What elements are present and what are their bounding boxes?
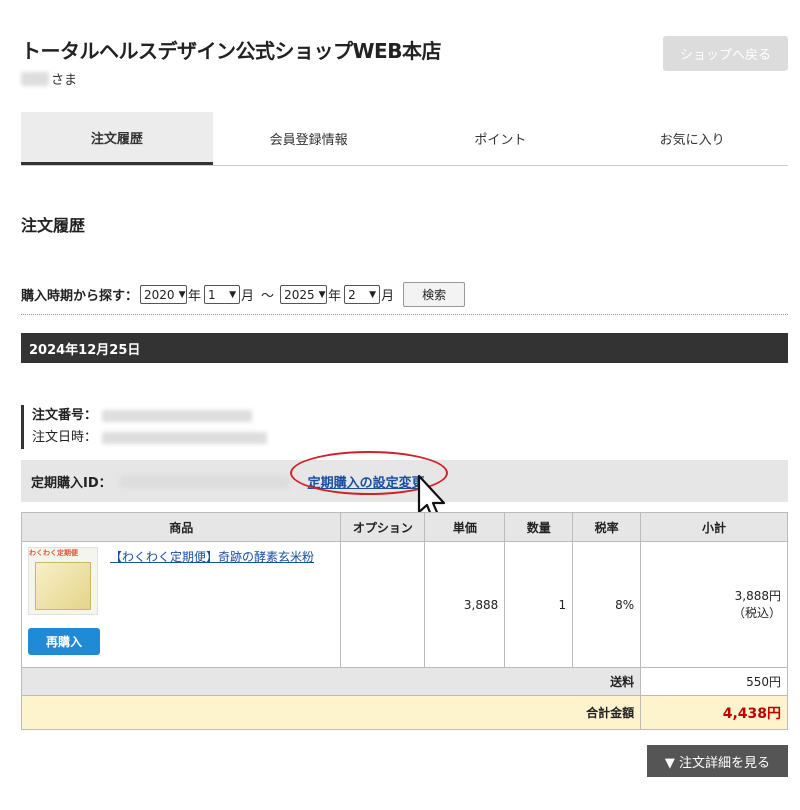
column-header: オプション bbox=[340, 512, 426, 542]
column-header: 税率 bbox=[572, 512, 642, 542]
to-year-select[interactable]: 2025 ▼ bbox=[280, 285, 328, 304]
order-date-label: 注文日時： bbox=[32, 430, 98, 445]
product-name-link[interactable]: 【わくわく定期便】奇跡の酵素玄米粉 bbox=[110, 548, 314, 565]
tab-favorites[interactable]: お気に入り bbox=[596, 112, 788, 165]
quantity: 1 bbox=[504, 541, 574, 668]
column-header: 数量 bbox=[504, 512, 574, 542]
product-image[interactable]: わくわく定期便 bbox=[28, 547, 98, 615]
order-date-redacted bbox=[102, 432, 267, 444]
rebuy-button[interactable]: 再購入 bbox=[28, 628, 100, 655]
tax-rate: 8% bbox=[572, 541, 642, 668]
table-header-row: 商品 オプション 単価 数量 税率 小計 bbox=[20, 512, 788, 542]
search-label: 購入時期から探す： bbox=[21, 289, 139, 304]
user-name-redacted bbox=[21, 71, 49, 86]
chevron-down-icon: ▼ bbox=[229, 289, 237, 300]
table-row: わくわく定期便 【わくわく定期便】奇跡の酵素玄米粉 再購入 3,888 1 8%… bbox=[20, 541, 788, 668]
chevron-down-icon: ▼ bbox=[369, 289, 377, 300]
tab-points[interactable]: ポイント bbox=[405, 112, 597, 165]
search-row: 購入時期から探す： 2020 ▼ 年 1 ▼ 月 ～ 2025 ▼ 年 2 ▼ 月 検索 bbox=[21, 282, 466, 307]
total-value: 4,438円 bbox=[640, 695, 788, 730]
column-header: 商品 bbox=[20, 512, 342, 542]
divider bbox=[21, 314, 788, 315]
tab-bar: 注文履歴 会員登録情報 ポイント お気に入り bbox=[21, 112, 788, 166]
order-date-bar: 2024年12月25日 bbox=[21, 333, 788, 363]
option-cell bbox=[340, 541, 426, 668]
tax-note: （税込） bbox=[732, 605, 781, 620]
order-info: 注文番号： 注文日時： bbox=[21, 405, 267, 449]
chevron-down-icon: ▼ bbox=[318, 289, 326, 300]
order-items-table: 商品 オプション 単価 数量 税率 小計 わくわく定期便 【わくわく定期便】奇跡… bbox=[20, 512, 788, 730]
column-header: 小計 bbox=[640, 512, 788, 542]
subscription-id-redacted bbox=[119, 474, 290, 488]
total-label: 合計金額 bbox=[20, 695, 642, 730]
unit-price: 3,888 bbox=[424, 541, 506, 668]
month-unit: 月 bbox=[241, 289, 255, 304]
from-year-select[interactable]: 2020 ▼ bbox=[140, 285, 188, 304]
order-date-row: 注文日時： bbox=[32, 427, 267, 449]
back-to-shop-button[interactable]: ショップへ戻る bbox=[663, 36, 788, 71]
order-detail-button[interactable]: ▼ 注文詳細を見る bbox=[647, 745, 788, 777]
shipping-row: 送料 550円 bbox=[20, 667, 788, 696]
shipping-label: 送料 bbox=[20, 667, 642, 696]
subtotal-cell: 3,888円 （税込） bbox=[640, 541, 788, 668]
order-number-label: 注文番号： bbox=[32, 408, 98, 423]
greeting-suffix: さま bbox=[51, 73, 78, 88]
order-number-redacted bbox=[102, 410, 252, 422]
range-tilde: ～ bbox=[261, 289, 275, 304]
shipping-value: 550円 bbox=[640, 667, 788, 696]
shop-title: トータルヘルスデザイン公式ショップWEB本店 bbox=[21, 39, 441, 63]
to-month-select[interactable]: 2 ▼ bbox=[344, 285, 381, 304]
year-unit: 年 bbox=[328, 289, 342, 304]
search-button[interactable]: 検索 bbox=[403, 282, 466, 307]
greeting: さま bbox=[21, 69, 77, 88]
product-cell: わくわく定期便 【わくわく定期便】奇跡の酵素玄米粉 再購入 bbox=[20, 541, 342, 668]
subtotal-value: 3,888円 bbox=[734, 588, 781, 603]
month-unit: 月 bbox=[381, 289, 395, 304]
year-unit: 年 bbox=[188, 289, 202, 304]
total-row: 合計金額 4,438円 bbox=[20, 695, 788, 730]
chevron-down-icon: ▼ bbox=[178, 289, 186, 300]
section-title: 注文履歴 bbox=[21, 216, 86, 235]
column-header: 単価 bbox=[424, 512, 506, 542]
tab-order-history[interactable]: 注文履歴 bbox=[21, 112, 213, 165]
from-month-select[interactable]: 1 ▼ bbox=[204, 285, 241, 304]
order-number-row: 注文番号： bbox=[32, 405, 267, 427]
tab-member-info[interactable]: 会員登録情報 bbox=[213, 112, 405, 165]
thumb-tag: わくわく定期便 bbox=[29, 549, 78, 557]
subscription-id-label: 定期購入ID： bbox=[31, 475, 112, 491]
